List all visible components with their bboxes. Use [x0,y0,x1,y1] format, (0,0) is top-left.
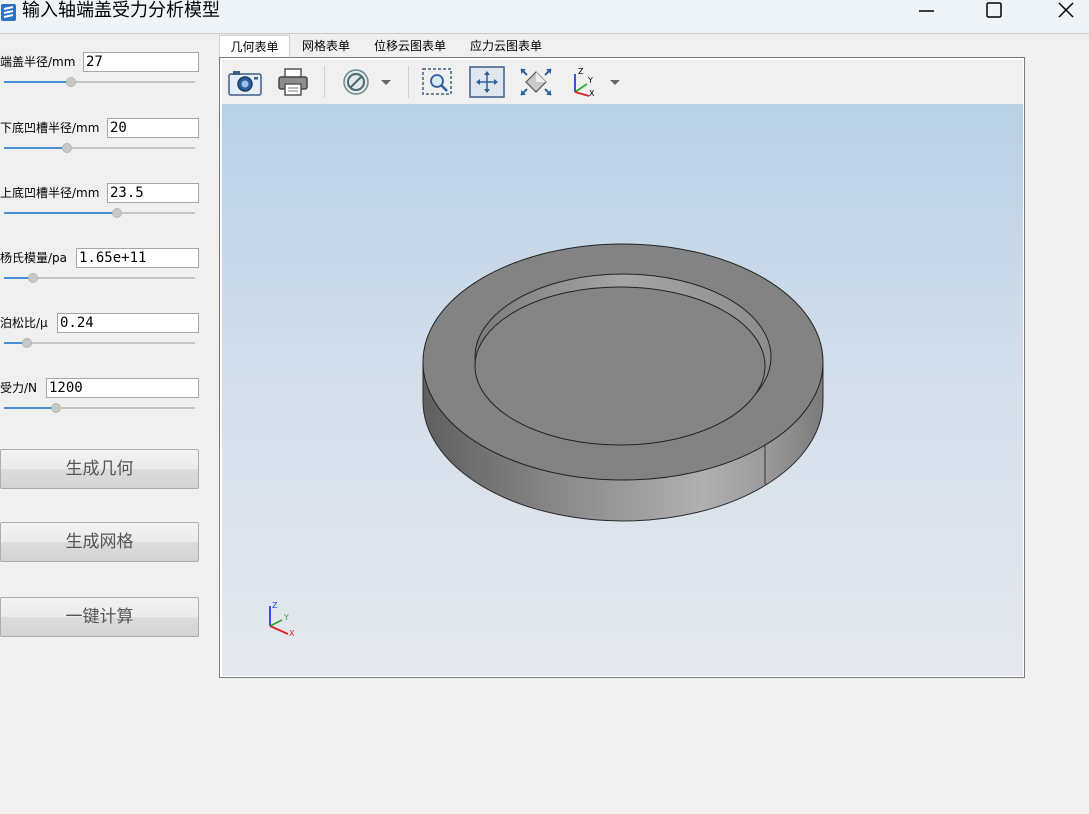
svg-text:Z: Z [272,601,278,610]
slider-fill [4,407,56,409]
param-label: 下底凹槽半径/mm [0,121,100,135]
param-row: 端盖半径/mm 27 [0,52,210,92]
close-icon [1058,2,1074,18]
svg-text:Y: Y [283,613,289,622]
print-icon [278,68,308,96]
zoom-window-icon [422,68,452,95]
param-slider[interactable] [4,403,195,413]
param-input[interactable]: 20 [107,118,199,138]
title-bar: 输入轴端盖受力分析模型 [0,0,1089,34]
slider-handle[interactable] [112,208,122,218]
slider-fill [4,147,67,149]
param-slider[interactable] [4,77,195,87]
window-title: 输入轴端盖受力分析模型 [22,0,220,21]
zoom-window-button[interactable] [420,66,456,98]
generate-mesh-button[interactable]: 生成网格 [0,522,199,562]
slider-handle[interactable] [62,143,72,153]
print-button[interactable] [275,66,311,98]
fit-all-icon [469,66,505,98]
axis-triad: Z Y X [269,601,295,638]
param-slider[interactable] [4,143,195,153]
dropdown-arrow-icon [381,80,391,85]
camera-icon [228,71,262,96]
param-label: 泊松比/μ [0,316,48,330]
param-label: 端盖半径/mm [0,55,76,69]
close-button[interactable] [1043,0,1089,24]
slider-handle[interactable] [28,273,38,283]
zoom-extents-button[interactable] [518,66,554,98]
svg-text:Y: Y [587,76,593,85]
toolbar-separator [324,66,325,98]
view-axes-button[interactable]: Z Y X [567,66,603,98]
param-row: 下底凹槽半径/mm 20 [0,118,210,158]
param-row: 泊松比/μ 0.24 [0,313,210,353]
app-icon [1,4,16,21]
dropdown-arrow-icon [610,80,620,85]
param-input[interactable]: 23.5 [107,183,199,203]
svg-text:Z: Z [578,67,584,76]
param-row: 上底凹槽半径/mm 23.5 [0,183,210,223]
camera-button[interactable] [227,66,263,98]
3d-viewport[interactable]: Z Y X [222,104,1023,676]
param-row: 受力/N 1200 [0,378,210,418]
slider-handle[interactable] [66,77,76,87]
display-mode-icon [343,69,369,95]
generate-geometry-button[interactable]: 生成几何 [0,449,199,489]
param-input[interactable]: 1200 [46,378,199,398]
compute-button[interactable]: 一键计算 [0,597,199,637]
svg-text:X: X [289,629,295,638]
param-slider[interactable] [4,208,195,218]
display-mode-dropdown[interactable] [378,66,394,98]
param-label: 受力/N [0,381,38,395]
view-axes-dropdown[interactable] [607,66,623,98]
minimize-button[interactable] [903,0,949,24]
tab-displacement[interactable]: 位移云图表单 [369,35,451,57]
toolbar-separator [408,66,409,98]
tab-geometry[interactable]: 几何表单 [219,35,290,57]
tab-stress[interactable]: 应力云图表单 [465,35,547,57]
param-input[interactable]: 0.24 [57,313,199,333]
viewer-toolbar: Z Y X [222,60,1023,105]
param-slider[interactable] [4,338,195,348]
param-input[interactable]: 1.65e+11 [76,248,199,268]
slider-handle[interactable] [22,338,32,348]
view-axes-icon: Z Y X [574,67,595,98]
slider-handle[interactable] [51,403,61,413]
param-row: 杨氏模量/pa 1.65e+11 [0,248,210,288]
fit-all-button[interactable] [469,66,505,98]
svg-text:X: X [589,89,595,98]
param-label: 上底凹槽半径/mm [0,186,100,200]
slider-fill [4,81,71,83]
display-mode-button[interactable] [338,66,374,98]
tab-mesh[interactable]: 网格表单 [293,35,359,57]
maximize-button[interactable] [972,0,1018,24]
param-slider[interactable] [4,273,195,283]
minimize-icon [919,10,934,12]
param-input[interactable]: 27 [83,52,199,72]
slider-fill [4,212,117,214]
param-label: 杨氏模量/pa [0,251,68,265]
maximize-icon [986,2,1002,18]
zoom-extents-icon [520,68,552,96]
end-cap-model [422,243,824,522]
